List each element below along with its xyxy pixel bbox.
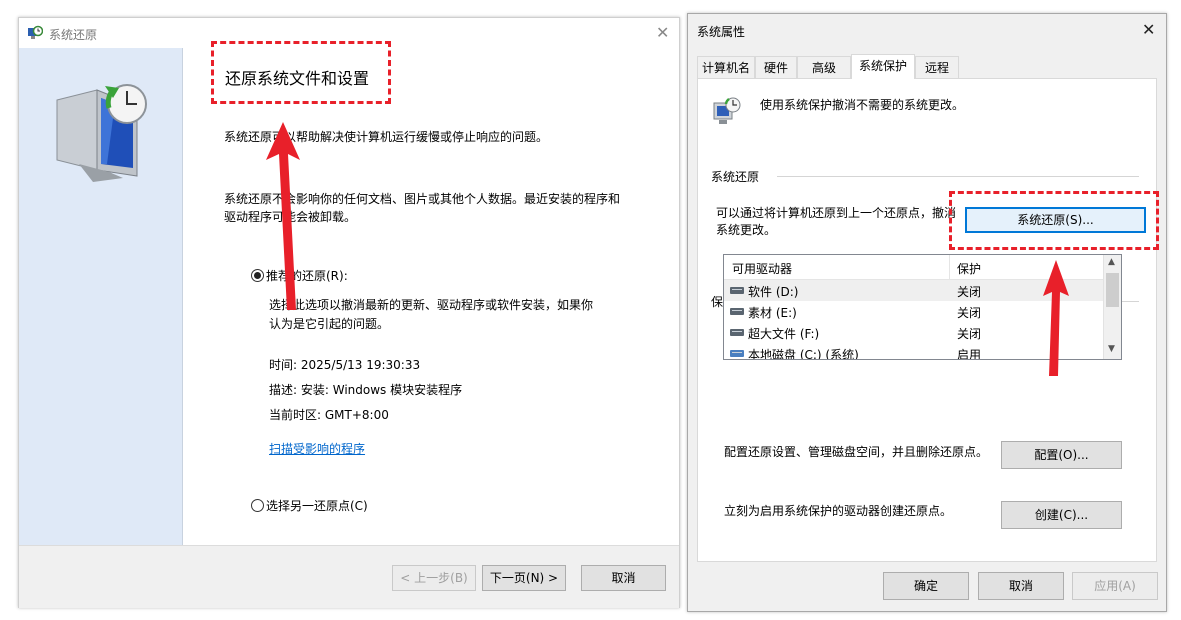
arrow-to-heading (266, 122, 300, 310)
annotation-arrows (266, 122, 1069, 376)
arrow-to-restore-button (1043, 260, 1069, 376)
tab-system-protection[interactable]: 系统保护 (851, 54, 915, 79)
